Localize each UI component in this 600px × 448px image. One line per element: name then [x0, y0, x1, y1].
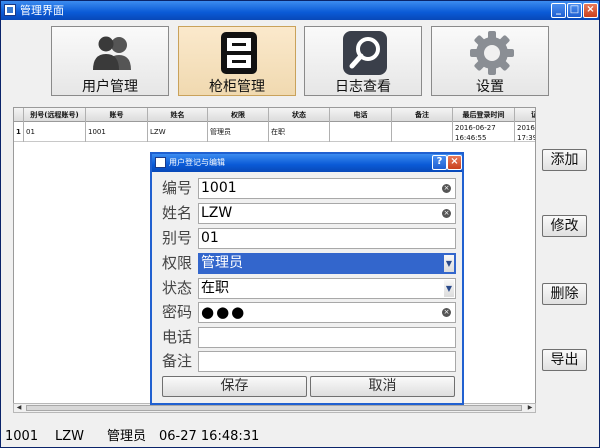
permission-value: 管理员 [201, 255, 243, 271]
table-cell[interactable]: 2016-0 17:39: [515, 122, 535, 142]
field-label-remark: 备注 [162, 352, 193, 370]
name-input[interactable]: LZW × [198, 203, 456, 224]
status-account: 1001 [5, 429, 39, 444]
column-header[interactable]: 电话 [330, 108, 392, 122]
chevron-down-icon[interactable]: ▼ [444, 255, 454, 272]
export-button[interactable]: 导出 [542, 349, 587, 371]
alias-input[interactable]: 01 [198, 228, 456, 249]
toolbar-label: 枪柜管理 [209, 79, 265, 95]
users-icon [89, 30, 135, 76]
status-select[interactable]: 在职 ▼ [198, 278, 456, 299]
status-name: LZW [55, 429, 85, 444]
column-header[interactable]: 备注 [392, 108, 453, 122]
status-role: 管理员 [107, 429, 147, 444]
field-label-password: 密码 [162, 303, 193, 321]
remark-input[interactable] [198, 351, 456, 372]
password-input[interactable]: ●●● × [198, 302, 456, 323]
toolbar-label: 设置 [476, 79, 504, 95]
status-time: 06-27 16:48:31 [159, 429, 260, 444]
minimize-button[interactable]: _ [551, 3, 566, 18]
user-edit-dialog: 用户登记与编辑 ? × 编号 1001 × 姓名 LZW × 别号 01 权限 … [150, 152, 464, 405]
scroll-right-icon[interactable]: ▶ [525, 404, 535, 412]
dialog-title: 用户登记与编辑 [169, 158, 225, 167]
dialog-app-icon [155, 157, 166, 168]
column-header[interactable]: 账号 [86, 108, 148, 122]
id-input[interactable]: 1001 × [198, 178, 456, 199]
gear-icon [469, 30, 515, 76]
row-indicator-header [14, 108, 24, 122]
table-cell[interactable]: 管理员 [208, 122, 269, 142]
column-header[interactable]: 状态 [269, 108, 330, 122]
table-cell[interactable] [392, 122, 453, 142]
close-button[interactable]: × [583, 3, 598, 18]
status-value: 在职 [201, 280, 229, 296]
alias-value: 01 [201, 230, 219, 246]
table-cell[interactable]: 01 [24, 122, 86, 142]
field-label-name: 姓名 [162, 204, 193, 222]
edit-button[interactable]: 修改 [542, 215, 587, 237]
field-label-phone: 电话 [162, 328, 193, 346]
dialog-close-button[interactable]: × [447, 155, 462, 170]
table-cell[interactable]: LZW [148, 122, 208, 142]
app-icon [4, 4, 16, 16]
clear-icon[interactable]: × [442, 209, 451, 218]
column-header[interactable]: 证 [515, 108, 535, 122]
window-title: 管理界面 [20, 4, 64, 17]
help-button[interactable]: ? [432, 155, 447, 170]
table-cell[interactable]: 1001 [86, 122, 148, 142]
maximize-button[interactable]: □ [567, 3, 582, 18]
field-label-permission: 权限 [162, 254, 193, 272]
toolbar-settings-button[interactable]: 设置 [431, 26, 549, 96]
add-button[interactable]: 添加 [542, 149, 587, 171]
column-header[interactable]: 别号(远程账号) [24, 108, 86, 122]
field-label-id: 编号 [162, 179, 193, 197]
table-header: 别号(远程账号) 账号 姓名 权限 状态 电话 备注 最后登录时间 证 [14, 108, 535, 122]
toolbar-user-management-button[interactable]: 用户管理 [51, 26, 169, 96]
main-titlebar[interactable]: 管理界面 _ □ × [1, 1, 599, 20]
chevron-down-icon[interactable]: ▼ [444, 280, 454, 297]
toolbar-label: 日志查看 [335, 79, 391, 95]
field-label-status: 状态 [162, 279, 193, 297]
table-cell[interactable] [330, 122, 392, 142]
scroll-thumb[interactable] [26, 405, 522, 411]
clear-icon[interactable]: × [442, 184, 451, 193]
delete-button[interactable]: 删除 [542, 283, 587, 305]
cancel-button[interactable]: 取消 [310, 376, 455, 397]
password-value: ●●● [201, 303, 247, 321]
column-header[interactable]: 姓名 [148, 108, 208, 122]
dialog-titlebar[interactable]: 用户登记与编辑 ? × [152, 154, 462, 172]
permission-select[interactable]: 管理员 ▼ [198, 253, 456, 274]
status-bar: 1001 LZW 管理员 06-27 16:48:31 [1, 425, 599, 447]
row-index: 1 [14, 122, 24, 142]
toolbar-log-view-button[interactable]: 日志查看 [304, 26, 422, 96]
table-cell[interactable]: 2016-06-27 16:46:55 [453, 122, 515, 142]
clear-icon[interactable]: × [442, 308, 451, 317]
field-label-alias: 别号 [162, 229, 193, 247]
search-icon [342, 30, 388, 76]
toolbar-cabinet-management-button[interactable]: 枪柜管理 [178, 26, 296, 96]
id-value: 1001 [201, 180, 237, 196]
scroll-left-icon[interactable]: ◀ [14, 404, 24, 412]
save-button[interactable]: 保存 [162, 376, 307, 397]
table-cell[interactable]: 在职 [269, 122, 330, 142]
name-value: LZW [201, 205, 233, 221]
toolbar-label: 用户管理 [82, 79, 138, 95]
table-row[interactable]: 1 01 1001 LZW 管理员 在职 2016-06-27 16:46:55… [14, 122, 535, 142]
column-header[interactable]: 权限 [208, 108, 269, 122]
column-header[interactable]: 最后登录时间 [453, 108, 515, 122]
cabinet-icon [216, 30, 262, 76]
phone-input[interactable] [198, 327, 456, 348]
